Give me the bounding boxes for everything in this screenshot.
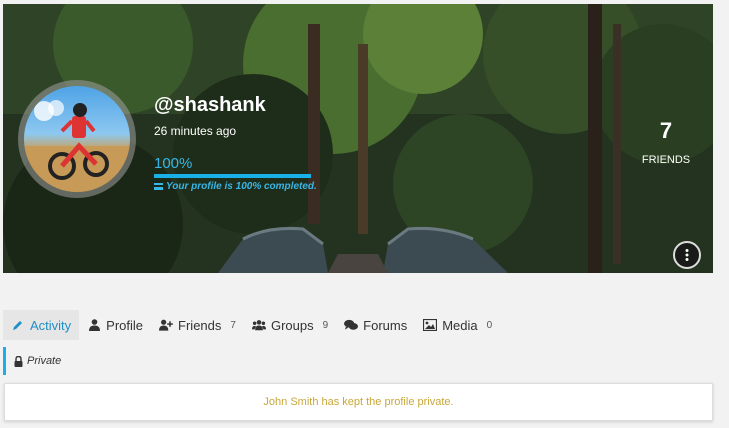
profile-username: @shashank	[154, 94, 266, 116]
tab-profile-label: Profile	[106, 317, 144, 333]
profile-completion-bar	[154, 174, 311, 178]
privacy-label: Private	[27, 355, 62, 367]
ellipsis-vertical-icon	[685, 249, 689, 261]
profile-completion-message-text: Your profile is 100% completed.	[166, 181, 317, 192]
private-profile-notice-text: John Smith has kept the profile private.	[263, 396, 454, 408]
profile-completion-percent: 100%	[154, 155, 193, 172]
user-icon	[87, 318, 101, 332]
friends-label[interactable]: FRIENDS	[633, 154, 699, 166]
tab-friends[interactable]: Friends 7	[151, 310, 244, 340]
private-profile-notice: John Smith has kept the profile private.	[4, 383, 713, 421]
tab-activity-label: Activity	[30, 317, 72, 333]
more-options-button[interactable]	[673, 241, 701, 269]
image-icon	[423, 318, 438, 332]
tab-media-label: Media	[442, 317, 478, 333]
cover-image: @shashank 26 minutes ago 100% Your profi…	[3, 4, 713, 273]
tab-forums-label: Forums	[363, 317, 408, 333]
pencil-icon	[11, 318, 25, 332]
profile-completion-message: Your profile is 100% completed.	[154, 181, 317, 192]
avatar[interactable]	[18, 80, 136, 198]
lock-icon	[14, 355, 23, 367]
tab-friends-label: Friends	[178, 317, 222, 333]
tab-forums[interactable]: Forums	[336, 310, 415, 340]
comments-icon	[344, 318, 359, 332]
tab-groups-label: Groups	[270, 317, 314, 333]
tab-activity[interactable]: Activity	[3, 310, 80, 340]
profile-tabs: Activity Profile Friends 7 Groups 9 Foru…	[3, 310, 500, 340]
privacy-indicator: Private	[3, 347, 61, 375]
profile-completion-bar-fill	[154, 174, 311, 178]
list-icon	[154, 183, 163, 190]
last-seen-text: 26 minutes ago	[154, 124, 237, 138]
tab-friends-count: 7	[230, 319, 236, 331]
user-plus-icon	[159, 318, 173, 332]
users-icon	[251, 318, 266, 332]
tab-media[interactable]: Media 0	[415, 310, 500, 340]
tab-groups-count: 9	[322, 319, 329, 331]
tab-profile[interactable]: Profile	[79, 310, 151, 340]
tab-media-count: 0	[486, 319, 493, 331]
friends-count[interactable]: 7	[633, 118, 699, 144]
tab-groups[interactable]: Groups 9	[244, 310, 336, 340]
avatar-image	[24, 86, 130, 192]
